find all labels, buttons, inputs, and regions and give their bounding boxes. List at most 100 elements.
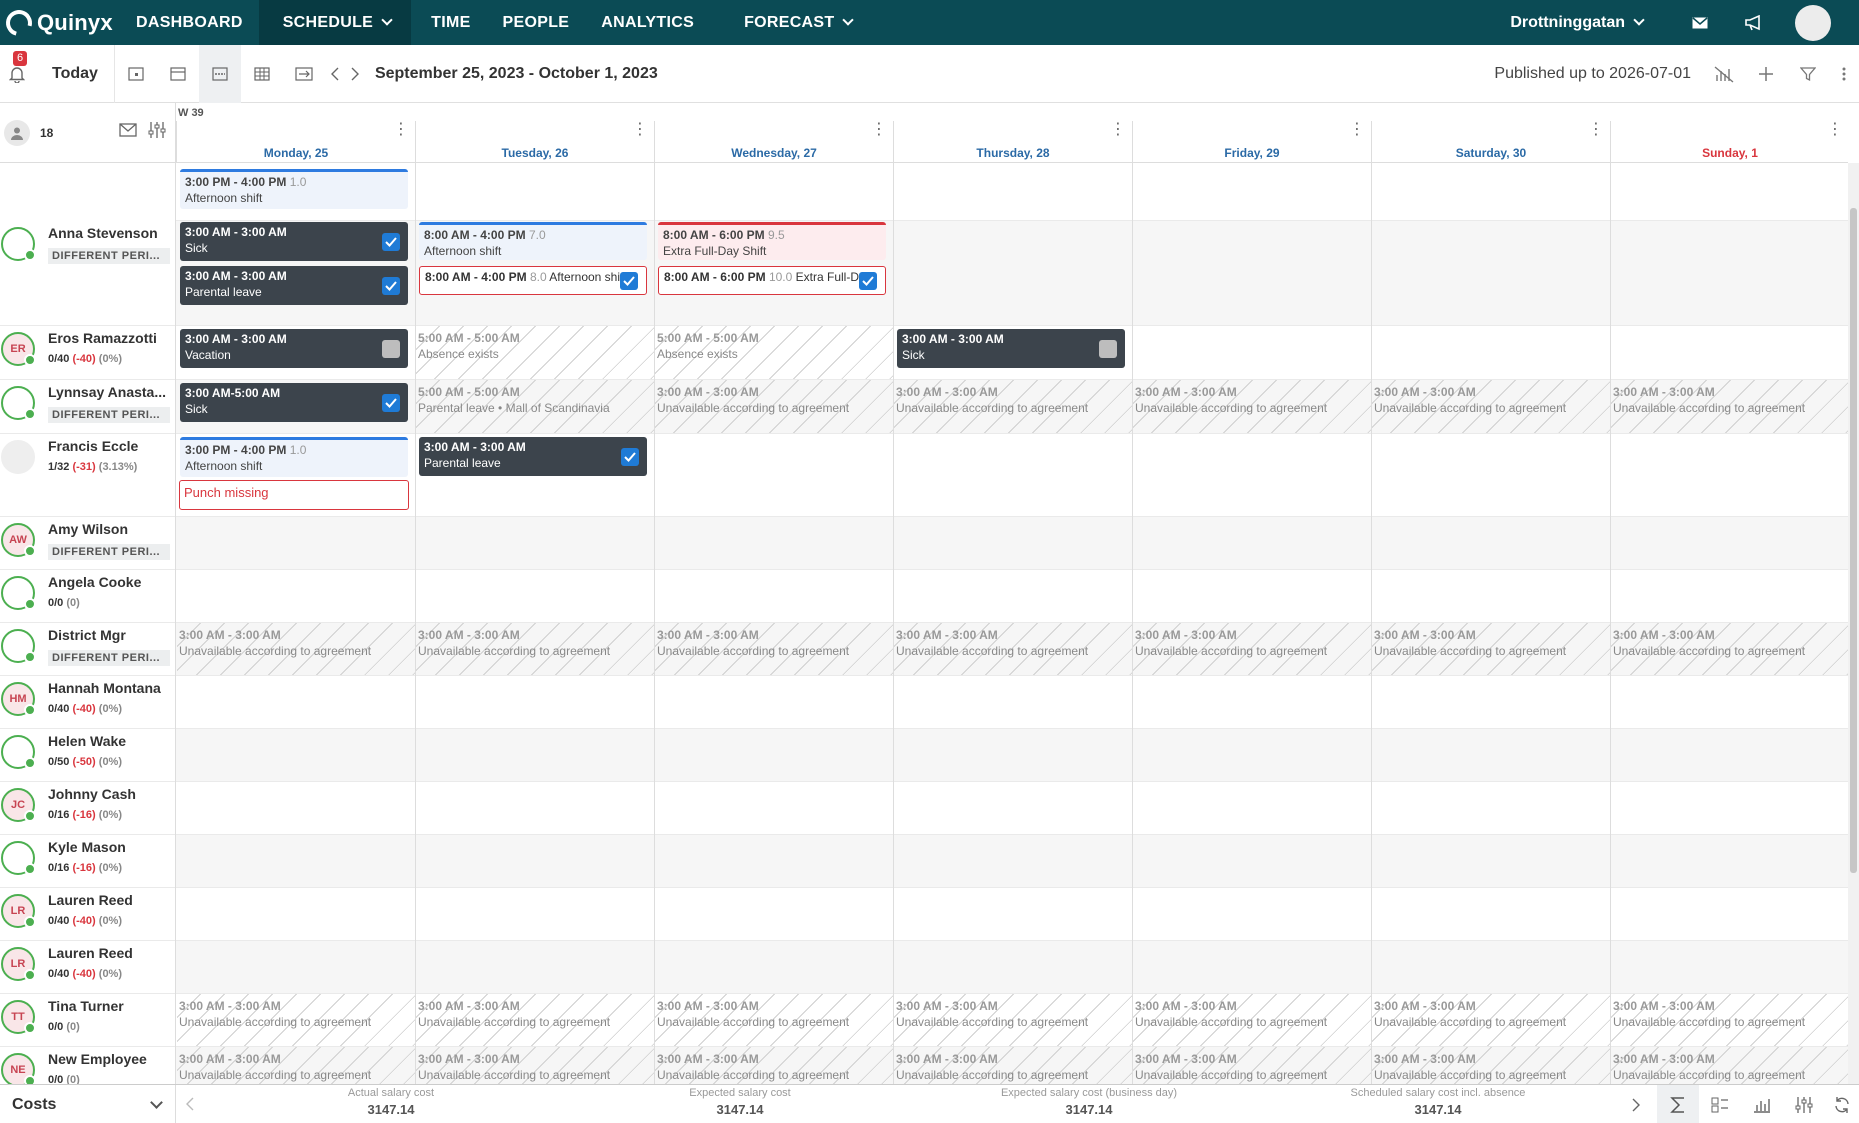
sliders-icon[interactable] — [147, 121, 167, 144]
shift-card[interactable]: 8:00 AM - 6:00 PM 10.0 Extra Full-D — [658, 266, 886, 295]
employee-row[interactable]: Kyle Mason 0/16 (-16) (0%) — [0, 835, 175, 888]
employee-row[interactable]: District Mgr DIFFERENT PERI... — [0, 623, 175, 676]
view-month-icon[interactable] — [241, 45, 283, 103]
date-range[interactable]: September 25, 2023 - October 1, 2023 — [375, 65, 658, 83]
shift-card[interactable]: 3:00 AM - 3:00 AM Sick — [180, 222, 408, 261]
day-label: Monday, 25 — [263, 146, 329, 160]
kebab-menu-icon[interactable]: ⋮ — [1110, 122, 1126, 138]
kebab-menu-icon[interactable]: ⋮ — [1827, 122, 1843, 138]
checked-checkbox[interactable] — [859, 271, 877, 290]
shift-card[interactable]: 8:00 AM - 6:00 PM 9.5 Extra Full-Day Shif… — [658, 222, 886, 260]
employee-name: Anna Stevenson — [48, 225, 158, 241]
view-period-icon[interactable] — [283, 45, 325, 103]
unavailable-text: 3:00 AM - 3:00 AM Unavailable according t… — [418, 999, 611, 1029]
next-week-button[interactable] — [345, 45, 365, 103]
unit-selector[interactable]: Drottninggatan — [1510, 14, 1645, 32]
user-avatar[interactable] — [1795, 4, 1831, 41]
employee-row[interactable]: Lynnsay Anasta... DIFFERENT PERI... — [0, 380, 175, 434]
more-options-icon[interactable] — [1829, 45, 1859, 103]
nav-schedule[interactable]: SCHEDULE — [258, 0, 412, 45]
previous-week-button[interactable] — [325, 45, 345, 103]
day-header[interactable]: Sunday, 1 ⋮ — [1610, 121, 1848, 163]
refresh-icon[interactable] — [1825, 1085, 1859, 1123]
employee-row[interactable]: Angela Cooke 0/0 (0) — [0, 570, 175, 623]
employee-row[interactable]: LR Lauren Reed 0/40 (-40) (0%) — [0, 941, 175, 994]
view-week-icon[interactable] — [198, 44, 241, 103]
employee-row[interactable]: Anna Stevenson DIFFERENT PERI... — [0, 221, 175, 326]
hide-costs-icon[interactable] — [1703, 45, 1745, 103]
bar-chart-icon[interactable] — [1741, 1085, 1783, 1123]
shift-card[interactable]: 3:00 AM - 3:00 AM Vacation — [180, 329, 408, 368]
employee-name: Lauren Reed — [48, 892, 133, 908]
vertical-scrollbar[interactable] — [1848, 163, 1859, 1084]
employee-avatar: AW — [1, 523, 36, 557]
kebab-menu-icon[interactable]: ⋮ — [393, 122, 409, 138]
employee-row[interactable]: ER Eros Ramazzotti 0/40 (-40) (0%) — [0, 326, 175, 380]
nav-dashboard[interactable]: DASHBOARD — [120, 0, 259, 45]
notifications-button[interactable]: 6 — [0, 45, 34, 103]
kebab-menu-icon[interactable]: ⋮ — [871, 122, 887, 138]
shift-card[interactable]: 3:00 PM - 4:00 PM 1.0 Afternoon shift — [180, 437, 408, 477]
unchecked-checkbox[interactable] — [1099, 339, 1117, 358]
checked-checkbox[interactable] — [382, 393, 400, 412]
costs-dropdown[interactable]: Costs — [0, 1085, 176, 1123]
kebab-menu-icon[interactable]: ⋮ — [632, 122, 648, 138]
shift-card[interactable]: 3:00 PM - 4:00 PM 1.0 Afternoon shift — [180, 169, 408, 209]
day-header[interactable]: Wednesday, 27 ⋮ — [654, 121, 893, 163]
day-header[interactable]: Monday, 25 ⋮ — [176, 121, 415, 163]
megaphone-icon[interactable] — [1741, 13, 1767, 33]
view-two-day-icon[interactable] — [157, 45, 199, 103]
mail-icon[interactable] — [1687, 13, 1713, 33]
unavailable-text: 3:00 AM - 3:00 AM Unavailable according t… — [1135, 999, 1328, 1029]
checked-checkbox[interactable] — [620, 271, 638, 290]
nav-people[interactable]: PEOPLE — [487, 0, 586, 45]
footer-next-icon[interactable] — [1615, 1085, 1657, 1123]
punch-missing-warning[interactable]: Punch missing — [179, 480, 409, 510]
today-button[interactable]: Today — [34, 44, 115, 103]
employee-name: Johnny Cash — [48, 786, 136, 802]
footer-prev-icon[interactable] — [186, 1097, 194, 1116]
employee-row[interactable]: JC Johnny Cash 0/16 (-16) (0%) — [0, 782, 175, 835]
message-employees-icon[interactable] — [119, 123, 137, 142]
shift-card[interactable]: 3:00 AM-5:00 AM Sick — [180, 383, 408, 422]
employee-row[interactable]: Helen Wake 0/50 (-50) (0%) — [0, 729, 175, 782]
list-view-icon[interactable] — [1699, 1085, 1741, 1123]
shift-card[interactable]: 3:00 AM - 3:00 AM Parental leave — [419, 437, 647, 476]
hours-summary: 0/16 (-16) (0%) — [48, 809, 123, 821]
nav-forecast[interactable]: FORECAST — [728, 0, 868, 45]
hours-summary: 0/40 (-40) (0%) — [48, 353, 123, 365]
checked-checkbox[interactable] — [382, 276, 400, 295]
employee-row[interactable]: Francis Eccle 1/32 (-31) (3.13%) — [0, 434, 175, 517]
day-header[interactable]: Saturday, 30 ⋮ — [1371, 121, 1610, 163]
kebab-menu-icon[interactable]: ⋮ — [1349, 122, 1365, 138]
unavailable-text: 3:00 AM - 3:00 AM Unavailable according t… — [657, 385, 850, 415]
filter-icon[interactable] — [1787, 45, 1829, 103]
employee-row[interactable]: HM Hannah Montana 0/40 (-40) (0%) — [0, 676, 175, 729]
kebab-menu-icon[interactable]: ⋮ — [1588, 122, 1604, 138]
day-header[interactable]: Thursday, 28 ⋮ — [893, 121, 1132, 163]
employee-row[interactable]: AW Amy Wilson DIFFERENT PERI... — [0, 517, 175, 570]
day-header[interactable]: Friday, 29 ⋮ — [1132, 121, 1371, 163]
nav-analytics[interactable]: ANALYTICS — [585, 0, 710, 45]
footer-sliders-icon[interactable] — [1783, 1085, 1825, 1123]
checked-checkbox[interactable] — [382, 232, 400, 251]
shift-card[interactable]: 8:00 AM - 4:00 PM 8.0 Afternoon shi — [419, 266, 647, 295]
employee-row[interactable]: LR Lauren Reed 0/40 (-40) (0%) — [0, 888, 175, 941]
employee-row[interactable]: NE New Employee 0/0 (0) — [0, 1047, 175, 1084]
shift-card[interactable]: 3:00 AM - 3:00 AM Parental leave — [180, 266, 408, 305]
day-header[interactable]: Tuesday, 26 ⋮ — [415, 121, 654, 163]
unchecked-checkbox[interactable] — [382, 339, 400, 358]
published-status: Published up to 2026-07-01 — [1494, 65, 1691, 82]
logo[interactable]: Quinyx — [0, 0, 120, 45]
employee-avatar — [1, 576, 36, 610]
employee-row[interactable]: TT Tina Turner 0/0 (0) — [0, 994, 175, 1047]
add-icon[interactable] — [1745, 45, 1787, 103]
unavailable-text: 3:00 AM - 3:00 AM Unavailable according t… — [1135, 1052, 1328, 1082]
shift-card[interactable]: 3:00 AM - 3:00 AM Sick — [897, 329, 1125, 368]
shift-card[interactable]: 8:00 AM - 4:00 PM 7.0 Afternoon shift — [419, 222, 647, 260]
nav-time[interactable]: TIME — [415, 0, 486, 45]
view-day-icon[interactable] — [115, 45, 157, 103]
sum-icon[interactable] — [1657, 1085, 1699, 1123]
checked-checkbox[interactable] — [621, 447, 639, 466]
scrollbar-thumb[interactable] — [1850, 208, 1857, 873]
